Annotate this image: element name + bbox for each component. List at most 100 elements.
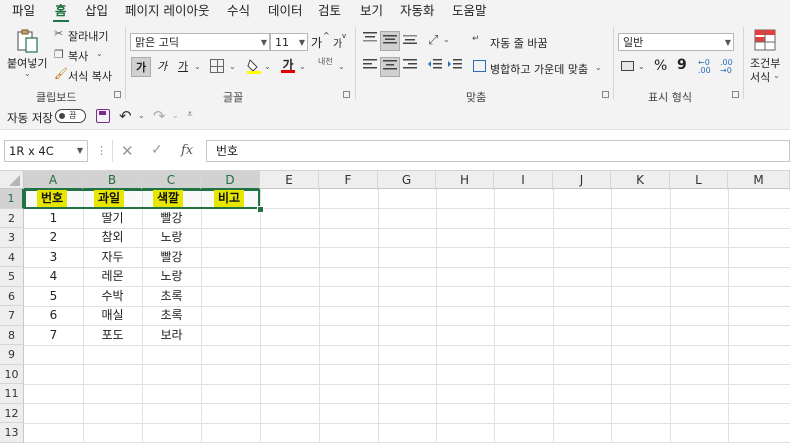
name-box[interactable]: 1R x 4C ▼ [4, 140, 88, 162]
cell-a2[interactable]: 1 [24, 209, 83, 228]
format-painter-button[interactable]: 서식 복사 [68, 68, 112, 84]
conditional-format-icon[interactable] [754, 29, 776, 51]
tab-home[interactable]: 홈 [55, 2, 67, 20]
cut-button[interactable]: 잘라내기 [68, 28, 108, 44]
cell-b1[interactable]: 과일 [94, 190, 125, 207]
fill-handle[interactable] [257, 206, 264, 213]
fill-color-dropdown-icon[interactable]: ⌄ [264, 62, 271, 71]
borders-icon[interactable] [210, 59, 224, 73]
cell-a8[interactable]: 7 [24, 326, 83, 345]
row-header-8[interactable]: 8 [0, 325, 24, 345]
alignment-launcher-icon[interactable] [602, 91, 609, 98]
cell-b5[interactable]: 레몬 [83, 267, 142, 286]
cell-a3[interactable]: 2 [24, 228, 83, 247]
align-middle-icon[interactable] [380, 31, 400, 51]
customize-qat-icon[interactable]: ⩡ [187, 109, 193, 120]
accounting-format-icon[interactable] [621, 61, 634, 71]
cell-b8[interactable]: 포도 [83, 326, 142, 345]
phonetic-button[interactable]: 내천 [318, 58, 333, 66]
accounting-dropdown-icon[interactable]: ⌄ [638, 62, 645, 71]
column-header-c[interactable]: C [142, 171, 201, 190]
column-header-g[interactable]: G [378, 171, 436, 190]
row-header-2[interactable]: 2 [0, 208, 24, 228]
fill-color-icon[interactable] [247, 58, 261, 74]
row-header-9[interactable]: 9 [0, 345, 24, 365]
tab-help[interactable]: 도움말 [452, 2, 487, 20]
align-top-icon[interactable] [360, 31, 380, 51]
column-header-i[interactable]: I [494, 171, 553, 190]
phonetic-dropdown-icon[interactable]: ⌄ [338, 62, 345, 71]
column-header-f[interactable]: F [319, 171, 378, 190]
cell-b7[interactable]: 매실 [83, 306, 142, 325]
copy-icon[interactable]: ❐ [54, 48, 64, 61]
tab-view[interactable]: 보기 [360, 2, 383, 20]
comma-button[interactable]: 9 [677, 57, 687, 73]
cell-b3[interactable]: 참외 [83, 228, 142, 247]
tab-file[interactable]: 파일 [12, 2, 35, 20]
font-launcher-icon[interactable] [343, 91, 350, 98]
align-center-icon[interactable] [380, 57, 400, 77]
cell-c6[interactable]: 초록 [142, 287, 201, 306]
italic-button[interactable]: 가 [152, 57, 172, 77]
cell-c2[interactable]: 빨강 [142, 209, 201, 228]
select-all-button[interactable] [0, 171, 24, 189]
insert-function-icon[interactable]: fx [181, 143, 193, 158]
percent-button[interactable]: % [654, 58, 667, 74]
decrease-decimal-icon[interactable]: .00 →0 [720, 59, 733, 75]
copy-dropdown-icon[interactable]: ⌄ [96, 49, 103, 58]
undo-icon[interactable]: ↶ [119, 107, 132, 125]
font-name-select[interactable]: 맑은 고딕 ▼ [130, 33, 270, 51]
format-painter-icon[interactable]: 🖌 [54, 67, 68, 80]
increase-indent-icon[interactable] [445, 57, 465, 77]
row-header-6[interactable]: 6 [0, 286, 24, 306]
enter-icon[interactable]: ✓ [151, 142, 163, 158]
merge-center-icon[interactable] [473, 60, 486, 72]
column-header-d[interactable]: D [201, 171, 260, 190]
decrease-indent-icon[interactable] [425, 57, 445, 77]
save-icon[interactable] [96, 109, 110, 123]
font-color-dropdown-icon[interactable]: ⌄ [299, 62, 306, 71]
conditional-dropdown-icon[interactable]: ⌄ [773, 71, 780, 80]
column-header-e[interactable]: E [260, 171, 319, 190]
shrink-font-button[interactable]: 가 [333, 35, 342, 50]
cell-a7[interactable]: 6 [24, 306, 83, 325]
redo-icon[interactable]: ↷ [153, 107, 166, 125]
cell-c8[interactable]: 보라 [142, 326, 201, 345]
merge-center-button[interactable]: 병합하고 가운데 맞춤 [490, 61, 588, 77]
cell-a6[interactable]: 5 [24, 287, 83, 306]
cell-a4[interactable]: 3 [24, 248, 83, 267]
copy-button[interactable]: 복사 [68, 48, 88, 64]
cell-a1[interactable]: 번호 [37, 190, 68, 207]
tab-page-layout[interactable]: 페이지 레이아웃 [125, 2, 209, 20]
row-header-13[interactable]: 13 [0, 423, 24, 443]
cell-d1[interactable]: 비고 [214, 190, 245, 207]
merge-dropdown-icon[interactable]: ⌄ [595, 63, 602, 72]
increase-decimal-icon[interactable]: ←0.00 [698, 59, 711, 75]
cell-c4[interactable]: 빨강 [142, 248, 201, 267]
grow-font-button[interactable]: 가 [311, 34, 322, 51]
cut-icon[interactable]: ✂ [54, 27, 63, 40]
more-options-icon[interactable]: ⋮ [96, 144, 107, 157]
column-header-m[interactable]: M [728, 171, 790, 190]
column-header-l[interactable]: L [670, 171, 728, 190]
underline-button[interactable]: 가 [173, 57, 193, 77]
row-header-11[interactable]: 11 [0, 384, 24, 404]
wrap-text-icon[interactable]: ↵ [472, 34, 480, 44]
orientation-icon[interactable]: ⤢ [428, 33, 438, 48]
row-header-4[interactable]: 4 [0, 247, 24, 267]
bold-button[interactable]: 가 [131, 57, 151, 77]
cell-b2[interactable]: 딸기 [83, 209, 142, 228]
tab-review[interactable]: 검토 [318, 2, 341, 20]
align-right-icon[interactable] [400, 57, 420, 77]
cell-c1[interactable]: 색깔 [153, 190, 184, 207]
tab-formulas[interactable]: 수식 [227, 2, 250, 20]
font-color-button[interactable]: 가 [281, 56, 295, 74]
column-header-j[interactable]: J [553, 171, 611, 190]
row-header-5[interactable]: 5 [0, 267, 24, 287]
number-format-select[interactable]: 일반 ▼ [618, 33, 734, 51]
row-header-1[interactable]: 1 [0, 189, 24, 209]
number-launcher-icon[interactable] [732, 91, 739, 98]
align-bottom-icon[interactable] [400, 31, 420, 51]
redo-dropdown-icon[interactable]: ⌄ [172, 111, 179, 120]
column-header-b[interactable]: B [83, 171, 142, 190]
